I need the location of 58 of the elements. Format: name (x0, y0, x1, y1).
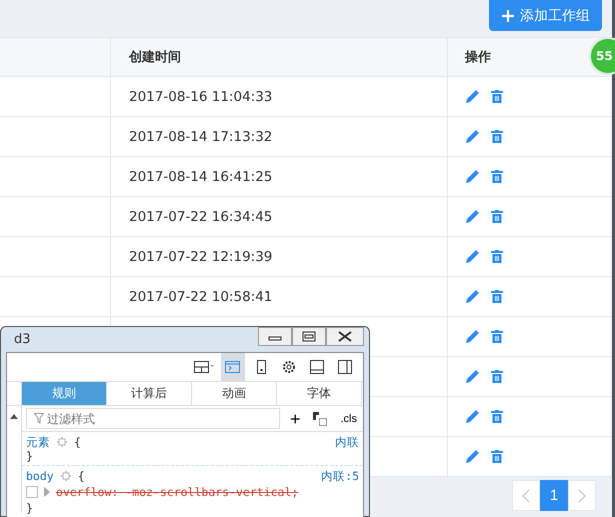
minimize-icon[interactable] (258, 327, 292, 346)
table-cell: 2017-07-22 10:58:41 (129, 288, 272, 304)
add-rule-button[interactable]: + (290, 410, 300, 428)
expand-icon[interactable] (44, 487, 50, 497)
chevron-right-icon (578, 488, 586, 502)
css-selector: 元素 (26, 434, 50, 450)
node-icon (56, 436, 68, 448)
brace: { (74, 435, 81, 449)
source-link[interactable]: 内联 (335, 434, 359, 450)
column-header: 操作 (465, 49, 491, 66)
brace: } (26, 501, 33, 515)
source-link[interactable]: 内联:5 (321, 468, 359, 484)
pencil-icon[interactable] (465, 170, 479, 184)
trash-icon[interactable] (491, 210, 503, 223)
restore-icon[interactable] (292, 327, 326, 346)
window-title: d3 (13, 332, 31, 347)
trash-icon[interactable] (491, 170, 503, 183)
css-declaration: overflow: -moz-scrollbars-vertical; (56, 485, 298, 499)
pencil-icon[interactable] (465, 290, 479, 304)
class-toggle-button[interactable]: .cls (338, 412, 359, 424)
table-cell: 2017-08-14 17:13:32 (129, 128, 272, 144)
pencil-icon[interactable] (465, 370, 479, 384)
trash-icon[interactable] (491, 450, 503, 463)
pencil-icon[interactable] (465, 450, 479, 464)
trash-icon[interactable] (491, 90, 503, 103)
pencil-icon[interactable] (465, 210, 479, 224)
scroll-up-icon (10, 413, 18, 419)
node-icon (60, 470, 72, 482)
trash-icon[interactable] (491, 370, 503, 383)
panel-tab[interactable]: 动画 (192, 382, 277, 405)
filter-icon (34, 413, 44, 424)
filter-field[interactable]: 过滤样式 (26, 408, 280, 429)
close-icon[interactable] (326, 327, 364, 346)
brace: { (78, 469, 85, 483)
panel-tab[interactable]: 字体 (277, 382, 362, 405)
trash-icon[interactable] (491, 250, 503, 263)
table-cell: 2017-08-14 16:41:25 (129, 168, 272, 184)
scrollbar[interactable] (7, 406, 22, 513)
pencil-icon[interactable] (465, 330, 479, 344)
trash-icon[interactable] (491, 330, 503, 343)
pencil-icon[interactable] (465, 250, 479, 264)
brace: } (26, 449, 33, 463)
table-cell: 2017-07-22 16:34:45 (129, 208, 272, 224)
pencil-icon[interactable] (465, 90, 479, 104)
column-header: 创建时间 (129, 49, 181, 66)
pencil-icon[interactable] (465, 130, 479, 144)
plus-icon (501, 8, 515, 22)
css-selector: body (26, 469, 54, 483)
trash-icon[interactable] (491, 410, 503, 423)
table-cell: 2017-08-16 11:04:33 (129, 88, 272, 104)
pencil-icon[interactable] (465, 410, 479, 424)
element-picker-icon[interactable] (310, 410, 328, 428)
chevron-left-icon (522, 488, 530, 502)
panel-tab[interactable]: 计算后 (107, 382, 192, 405)
checkbox[interactable] (26, 486, 38, 498)
trash-icon[interactable] (491, 130, 503, 143)
table-cell: 2017-07-22 12:19:39 (129, 248, 272, 264)
trash-icon[interactable] (491, 290, 503, 303)
